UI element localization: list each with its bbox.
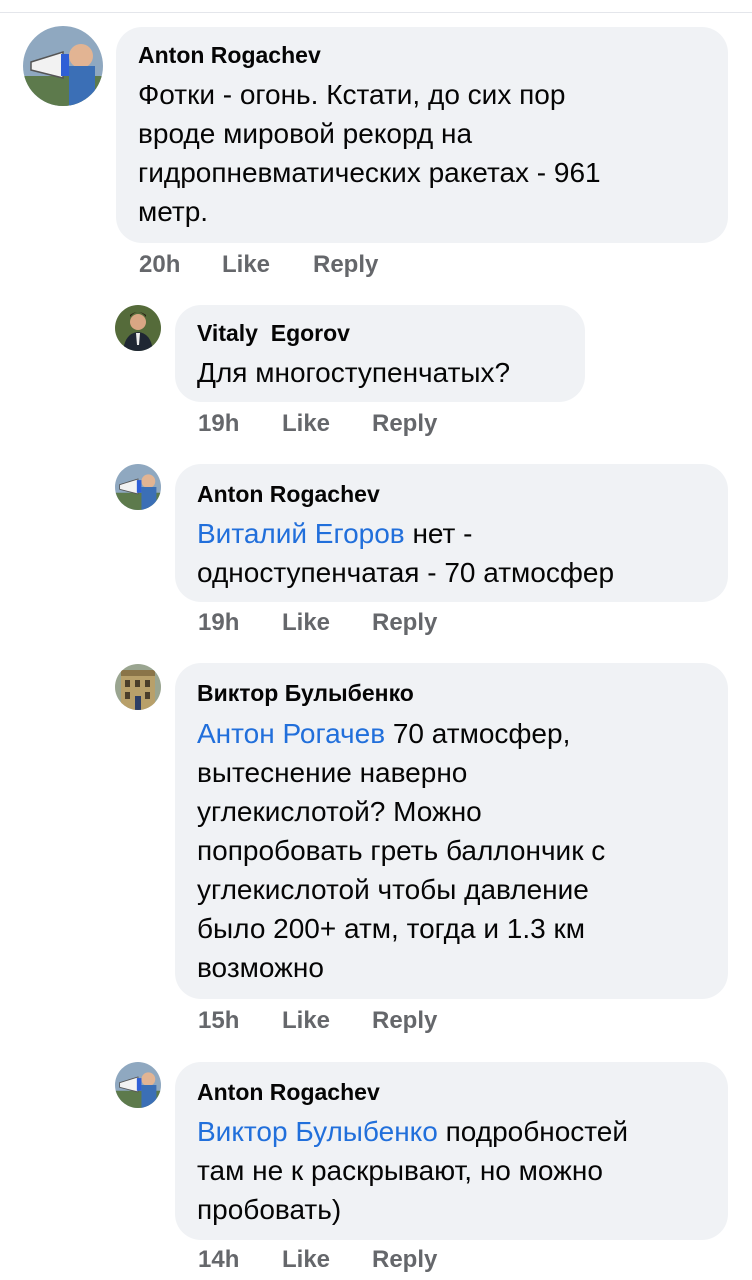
like-button[interactable]: Like xyxy=(282,1246,330,1274)
comment-text: Виктор Булыбенко подробностей там не к р… xyxy=(197,1116,629,1225)
like-button[interactable]: Like xyxy=(282,410,330,438)
comment-author[interactable]: Vitaly Egorov xyxy=(197,319,350,347)
avatar[interactable] xyxy=(115,305,161,351)
comment-timestamp[interactable]: 15h xyxy=(198,1007,239,1035)
comment-timestamp[interactable]: 20h xyxy=(139,251,180,279)
comment-timestamp[interactable]: 19h xyxy=(198,609,239,637)
comment-text: Фотки - огонь. Кстати, до сих пор вроде … xyxy=(138,79,601,227)
comment-timestamp[interactable]: 19h xyxy=(198,410,239,438)
like-button[interactable]: Like xyxy=(282,609,330,637)
reply-button[interactable]: Reply xyxy=(372,609,437,637)
avatar[interactable] xyxy=(115,1062,161,1108)
avatar[interactable] xyxy=(115,664,161,710)
comment-bubble: Виктор Булыбенко Антон Рогачев 70 атмосф… xyxy=(175,663,728,999)
megaphone-avatar-icon xyxy=(115,1062,161,1108)
comment-author[interactable]: Anton Rogachev xyxy=(197,1078,380,1106)
avatar[interactable] xyxy=(23,26,103,106)
comment-bubble: Anton Rogachev Виктор Булыбенко подробно… xyxy=(175,1062,728,1240)
like-button[interactable]: Like xyxy=(222,251,270,279)
comment-text: Для многоступенчатых? xyxy=(197,357,511,388)
building-avatar-icon xyxy=(115,664,161,710)
comment-timestamp[interactable]: 14h xyxy=(198,1246,239,1274)
mention-link[interactable]: Антон Рогачев xyxy=(197,718,385,749)
top-divider xyxy=(0,12,752,13)
comment-author[interactable]: Anton Rogachev xyxy=(138,41,321,69)
comment-bubble: Anton Rogachev Виталий Егоров нет - одно… xyxy=(175,464,728,602)
reply-button[interactable]: Reply xyxy=(372,1007,437,1035)
comment-text: Виталий Егоров нет - одноступенчатая - 7… xyxy=(197,518,615,588)
comment-author[interactable]: Anton Rogachev xyxy=(197,480,380,508)
megaphone-avatar-icon xyxy=(115,464,161,510)
comment-text: Антон Рогачев 70 атмосфер, вытеснение на… xyxy=(197,718,606,983)
avatar[interactable] xyxy=(115,464,161,510)
reply-button[interactable]: Reply xyxy=(313,251,378,279)
reply-button[interactable]: Reply xyxy=(372,1246,437,1274)
comment-author[interactable]: Виктор Булыбенко xyxy=(197,679,414,707)
comment-bubble: Anton Rogachev Фотки - огонь. Кстати, до… xyxy=(116,27,728,243)
comment-bubble: Vitaly Egorov Для многоступенчатых? xyxy=(175,305,585,402)
mention-link[interactable]: Виктор Булыбенко xyxy=(197,1116,438,1147)
reply-button[interactable]: Reply xyxy=(372,410,437,438)
mention-link[interactable]: Виталий Егоров xyxy=(197,518,405,549)
like-button[interactable]: Like xyxy=(282,1007,330,1035)
man-in-suit-avatar-icon xyxy=(115,305,161,351)
megaphone-avatar-icon xyxy=(23,26,103,106)
